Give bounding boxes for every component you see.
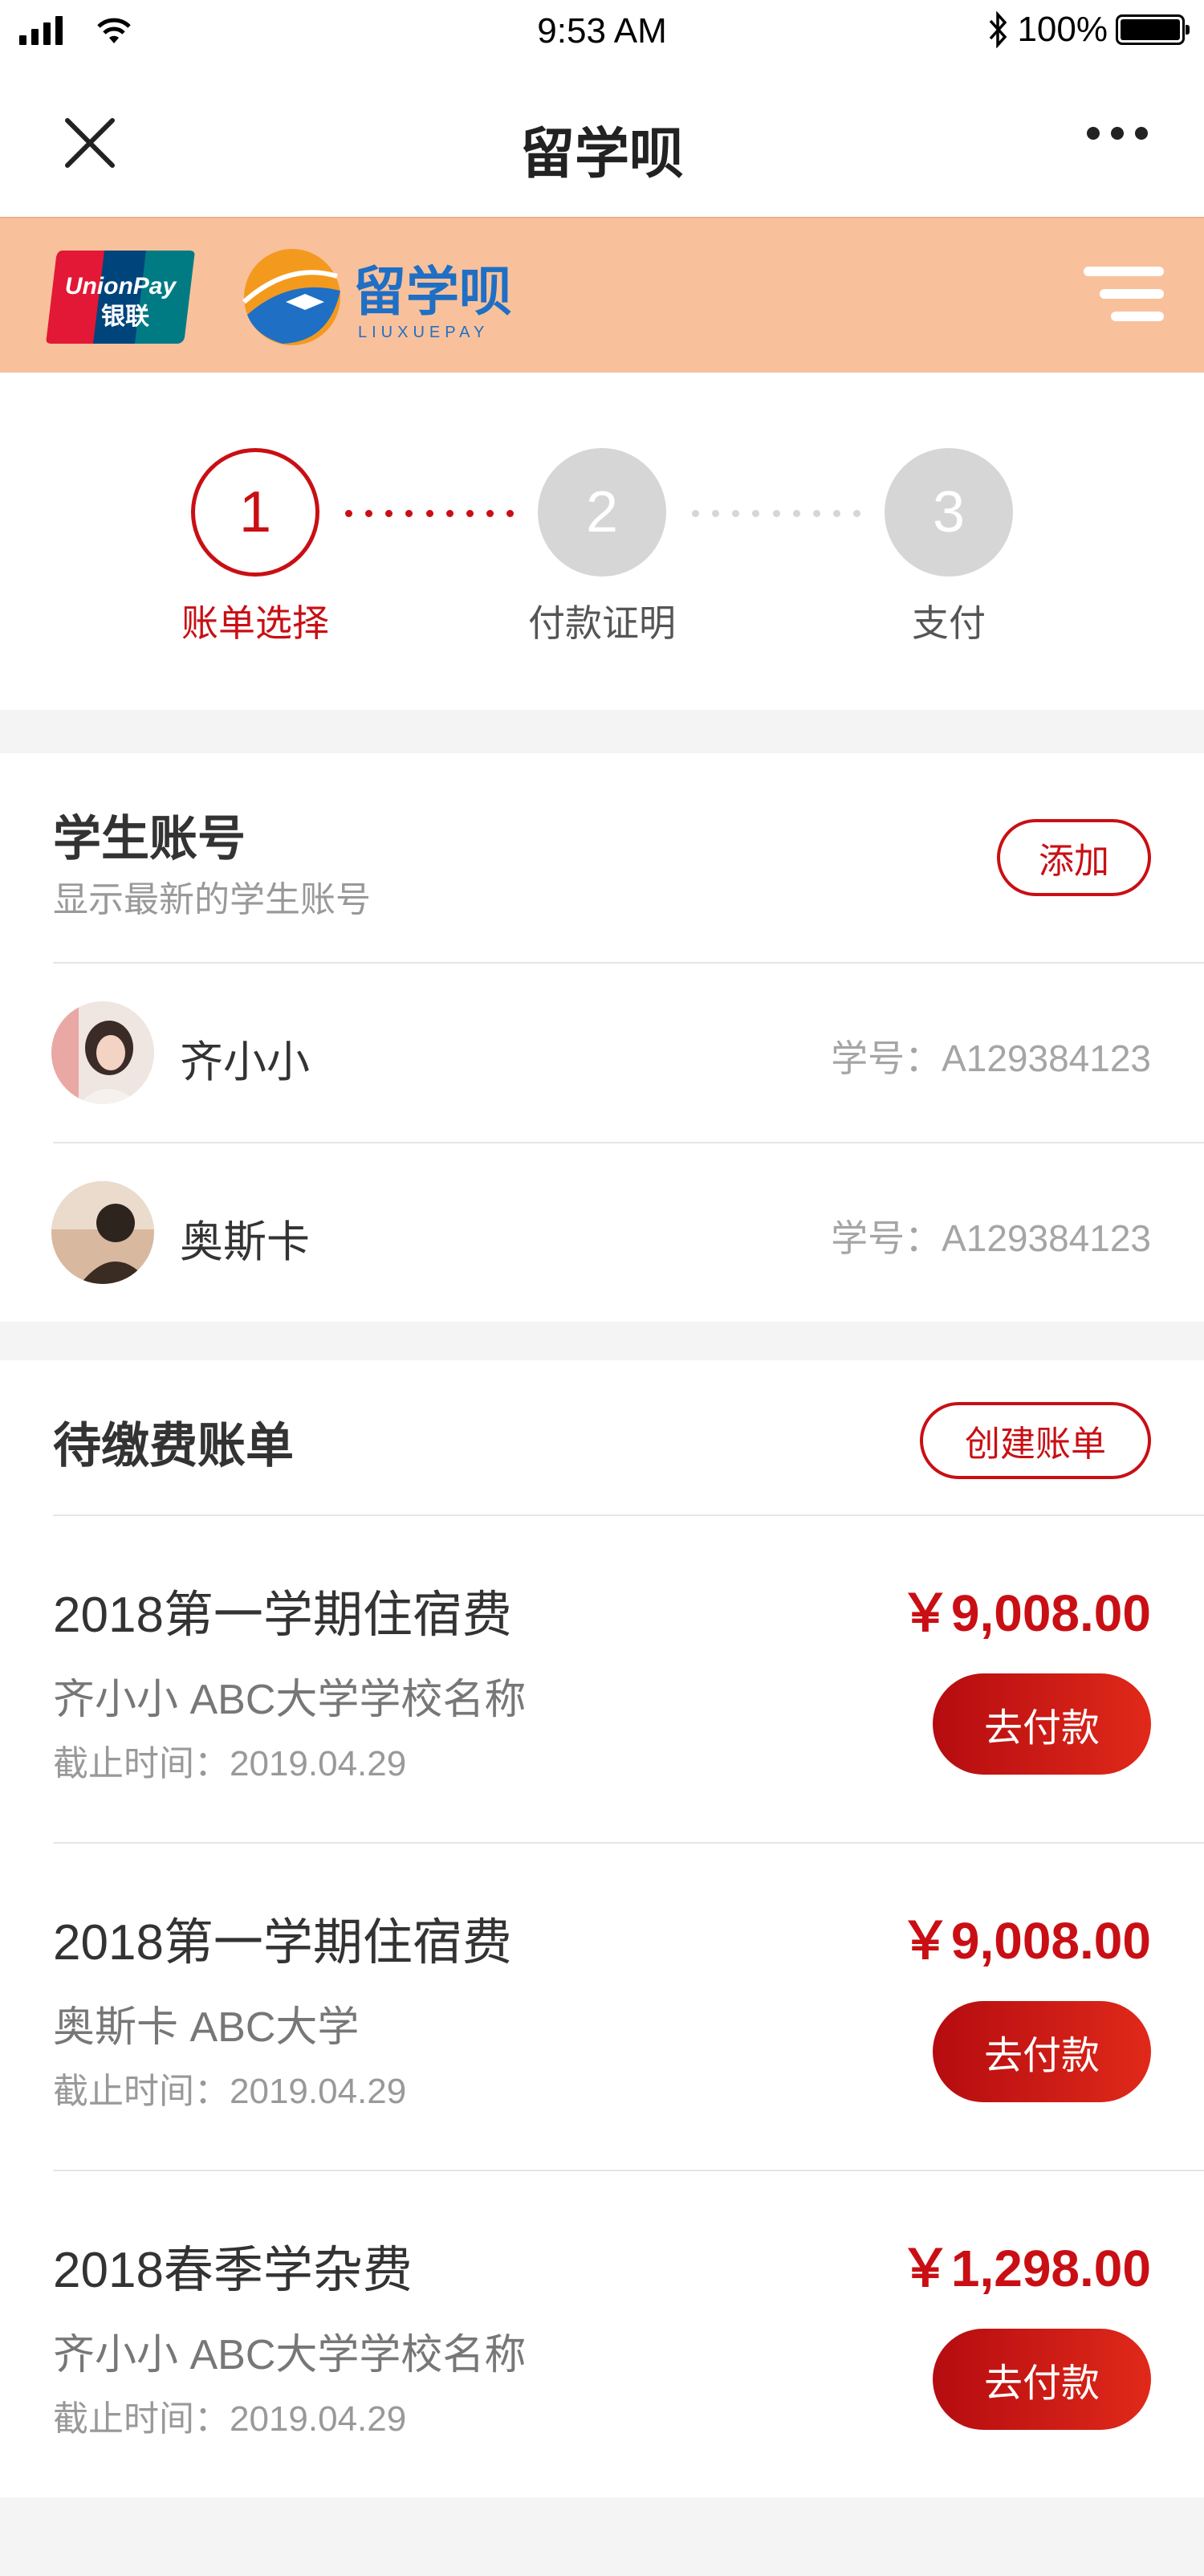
pay-button[interactable]: 去付款 [933,2001,1151,2102]
bill-amount: ￥9,008.00 [899,1584,1151,1642]
status-right: 100% [988,10,1190,50]
student-name: 奥斯卡 [180,1218,310,1266]
student-row[interactable]: 齐小小 学号：A129384123 [0,964,1204,1142]
bill-amount: ￥1,298.00 [899,2240,1151,2297]
pending-bills-card: 待缴费账单 创建账单 2018第一学期住宿费 齐小小 ABC大学学校名称 截止时… [0,1360,1204,2497]
menu-icon[interactable] [1084,265,1164,323]
svg-text:LIUXUEPAY: LIUXUEPAY [358,324,489,341]
step-number: 3 [885,448,1013,577]
bill-amount: ￥9,008.00 [899,1912,1151,1970]
bill-info: 齐小小 ABC大学学校名称 [53,1677,527,1723]
add-student-button[interactable]: 添加 [997,819,1151,896]
bill-title: 2018第一学期住宿费 [53,1588,512,1643]
more-icon[interactable] [1087,127,1148,140]
unionpay-logo: UnionPay 银联 [46,251,195,344]
bill-title: 2018第一学期住宿费 [53,1915,512,1971]
battery-icon [1116,14,1190,45]
bill-item: 2018第一学期住宿费 奥斯卡 ABC大学 截止时间：2019.04.29 ￥9… [0,1844,1204,2170]
bill-due-date: 截止时间：2019.04.29 [53,1744,407,1783]
step-number: 2 [538,448,666,577]
brand-bar: UnionPay 银联 留学呗 LIUXUEPAY [0,217,1204,373]
battery-percent: 100% [1017,10,1108,49]
student-row[interactable]: 奥斯卡 学号：A129384123 [0,1143,1204,1322]
student-id: 学号：A129384123 [831,1037,1151,1079]
bluetooth-icon [990,11,1007,48]
step-label: 支付 [912,602,986,644]
progress-steps: 1 账单选择 2 付款证明 3 支付 [0,373,1204,710]
bill-title: 2018春季学杂费 [53,2243,413,2298]
section-title: 待缴费账单 [53,1419,294,1473]
pay-button[interactable]: 去付款 [933,2329,1151,2430]
step-label: 账单选择 [181,602,329,644]
bill-due-date: 截止时间：2019.04.29 [53,2072,407,2111]
nav-bar: 留学呗 [0,63,1204,217]
svg-text:银联: 银联 [101,303,149,331]
create-bill-button[interactable]: 创建账单 [920,1402,1151,1479]
bill-due-date: 截止时间：2019.04.29 [53,2399,407,2439]
step-connector-active [345,510,514,518]
avatar [51,1001,154,1104]
bill-info: 齐小小 ABC大学学校名称 [53,2332,527,2378]
page-title: 留学呗 [519,124,684,185]
step-payment-proof: 2 付款证明 [522,448,682,647]
pay-button[interactable]: 去付款 [933,1673,1151,1775]
section-subtitle: 显示最新的学生账号 [53,880,371,919]
bill-info: 奥斯卡 ABC大学 [53,2004,360,2051]
section-title: 学生账号 [53,812,246,866]
svg-text:UnionPay: UnionPay [65,273,177,300]
student-name: 齐小小 [180,1038,310,1086]
step-pay: 3 支付 [868,448,1029,647]
step-label: 付款证明 [528,602,676,644]
student-accounts-card: 学生账号 显示最新的学生账号 添加 齐小小 学号：A129384123 奥斯卡 … [0,753,1204,1322]
svg-text:留学呗: 留学呗 [353,261,512,323]
step-bill-select: 1 账单选择 [175,448,336,647]
bill-item: 2018第一学期住宿费 齐小小 ABC大学学校名称 截止时间：2019.04.2… [0,1516,1204,1842]
step-connector-pending [692,510,860,518]
student-id: 学号：A129384123 [831,1217,1151,1259]
bill-item: 2018春季学杂费 齐小小 ABC大学学校名称 截止时间：2019.04.29 … [0,2171,1204,2497]
status-bar: 9:53 AM 100% [0,0,1204,63]
step-number: 1 [191,448,319,577]
avatar [51,1181,154,1284]
liuxuepay-logo: 留学呗 LIUXUEPAY [242,249,512,345]
